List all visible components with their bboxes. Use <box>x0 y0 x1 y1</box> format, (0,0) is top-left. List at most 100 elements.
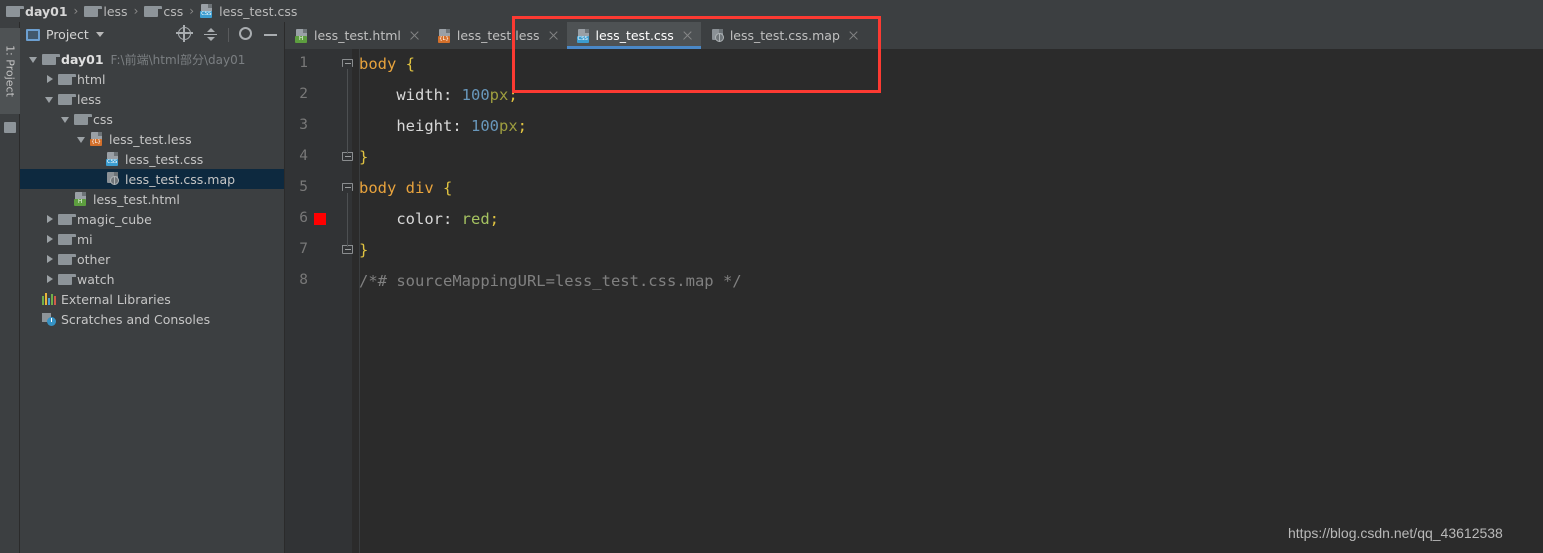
tree-item-label: less_test.html <box>93 192 180 207</box>
breadcrumb-item-day01[interactable]: day01 <box>6 0 68 22</box>
folder-icon <box>42 54 56 65</box>
tree-item-label: watch <box>77 272 115 287</box>
breadcrumb-item-label: less_test.css <box>219 4 297 19</box>
line-number: 2 <box>299 86 308 102</box>
tree-spacer <box>58 189 74 209</box>
tree-item-scratches-and-consoles[interactable]: Scratches and Consoles <box>20 309 284 329</box>
code-line: /*# sourceMappingURL=less_test.css.map *… <box>359 272 742 290</box>
less-file-icon: {L} <box>438 29 452 43</box>
chevron-down-icon[interactable] <box>58 109 74 129</box>
breadcrumb-item-css[interactable]: css <box>144 0 183 22</box>
tree-item-label: less <box>77 92 101 107</box>
chevron-right-icon[interactable] <box>42 209 58 229</box>
tree-item-less[interactable]: less <box>20 89 284 109</box>
code-token: width <box>359 86 443 104</box>
code-token <box>396 55 405 73</box>
tree-item-external-libraries[interactable]: External Libraries <box>20 289 284 309</box>
chevron-down-icon[interactable] <box>42 89 58 109</box>
chevron-down-icon[interactable] <box>26 49 42 69</box>
code-token: : <box>443 86 462 104</box>
editor-tab-label: less_test.html <box>314 28 401 43</box>
code-token: px <box>499 117 518 135</box>
editor-tab-less-test-less[interactable]: {L} less_test.less <box>428 22 567 49</box>
editor-tab-less-test-css[interactable]: CSS less_test.css <box>567 22 701 49</box>
code-line: body { <box>359 55 415 73</box>
external-libraries-icon <box>42 293 56 305</box>
code-token: /*# sourceMappingURL=less_test.css.map *… <box>359 272 742 290</box>
gear-icon[interactable] <box>239 27 254 42</box>
tree-item-mi[interactable]: mi <box>20 229 284 249</box>
watermark-url: https://blog.csdn.net/qq_43612538 <box>1288 525 1503 541</box>
line-number: 3 <box>299 117 308 133</box>
tree-item-other[interactable]: other <box>20 249 284 269</box>
tree-item-less-test-less[interactable]: {L}less_test.less <box>20 129 284 149</box>
tree-item-less-test-html[interactable]: Hless_test.html <box>20 189 284 209</box>
folder-icon <box>144 6 158 17</box>
code-token: px <box>490 86 509 104</box>
breadcrumb-item-less[interactable]: less <box>84 0 127 22</box>
tree-spacer <box>26 309 42 329</box>
tree-item-html[interactable]: html <box>20 69 284 89</box>
editor-tab-less-test-html[interactable]: Hless_test.html <box>285 22 428 49</box>
scratches-icon <box>42 313 56 326</box>
project-panel: Project day01F:\前端\html部分\day01 html less c… <box>20 22 285 553</box>
code-token: { <box>443 179 452 197</box>
chevron-right-icon[interactable] <box>42 249 58 269</box>
css-file-icon: CSS <box>577 29 591 43</box>
close-icon[interactable] <box>409 30 420 41</box>
project-panel-toolbar <box>178 22 279 47</box>
tree-item-less-test-css[interactable]: CSSless_test.css <box>20 149 284 169</box>
code-line: color: red; <box>359 210 499 228</box>
tree-item-day01[interactable]: day01F:\前端\html部分\day01 <box>20 49 284 69</box>
code-line: width: 100px; <box>359 86 518 104</box>
tree-item-label: Scratches and Consoles <box>61 312 210 327</box>
editor-tab-label: less_test.css.map <box>730 28 840 43</box>
chevron-down-icon[interactable] <box>96 32 104 37</box>
tree-item-less-test-css-map[interactable]: less_test.css.map <box>20 169 284 189</box>
minimize-icon[interactable] <box>264 27 279 42</box>
color-preview-swatch[interactable] <box>314 213 326 225</box>
tree-item-label: less_test.css.map <box>125 172 235 187</box>
tree-item-label: External Libraries <box>61 292 171 307</box>
chevron-right-icon[interactable] <box>42 269 58 289</box>
structure-icon[interactable] <box>4 122 16 133</box>
chevron-down-icon[interactable] <box>74 129 90 149</box>
tree-item-label: html <box>77 72 105 87</box>
code-token: body div <box>359 179 434 197</box>
folder-icon <box>58 74 72 85</box>
folder-icon <box>58 214 72 225</box>
close-icon[interactable] <box>548 30 559 41</box>
tree-spacer <box>90 149 106 169</box>
chevron-right-icon[interactable] <box>42 229 58 249</box>
code-token <box>434 179 443 197</box>
project-panel-header: Project <box>20 22 284 47</box>
chevron-right-icon[interactable] <box>42 69 58 89</box>
tree-item-label: mi <box>77 232 93 247</box>
tree-item-magic-cube[interactable]: magic_cube <box>20 209 284 229</box>
tool-window-button-project[interactable]: 1: Project <box>0 28 20 114</box>
folder-icon <box>84 6 98 17</box>
code-content[interactable]: body { width: 100px; height: 100px;}body… <box>359 49 1543 553</box>
project-icon <box>26 29 40 41</box>
editor-tab-label: less_test.css <box>596 28 674 43</box>
tree-item-label: less_test.css <box>125 152 203 167</box>
tree-item-css[interactable]: css <box>20 109 284 129</box>
close-icon[interactable] <box>848 30 859 41</box>
code-token: 100 <box>462 86 490 104</box>
editor-tab-less-test-css-map[interactable]: less_test.css.map <box>701 22 867 49</box>
tool-window-button-label: 1: Project <box>4 45 17 97</box>
collapse-all-icon[interactable] <box>203 27 218 42</box>
code-token: { <box>406 55 415 73</box>
code-token: } <box>359 148 368 166</box>
editor-tab-label: less_test.less <box>457 28 540 43</box>
html-file-icon: H <box>295 29 309 43</box>
breadcrumb-item-label: day01 <box>25 4 68 19</box>
tree-item-watch[interactable]: watch <box>20 269 284 289</box>
close-icon[interactable] <box>682 30 693 41</box>
breadcrumb-item-less-test-css[interactable]: CSSless_test.css <box>200 0 297 22</box>
code-token: body <box>359 55 396 73</box>
code-editor[interactable]: 12345678 body { width: 100px; height: 10… <box>285 49 1543 553</box>
locate-icon[interactable] <box>178 27 193 42</box>
editor-gutter[interactable]: 12345678 <box>285 49 352 553</box>
line-number: 1 <box>299 55 308 71</box>
